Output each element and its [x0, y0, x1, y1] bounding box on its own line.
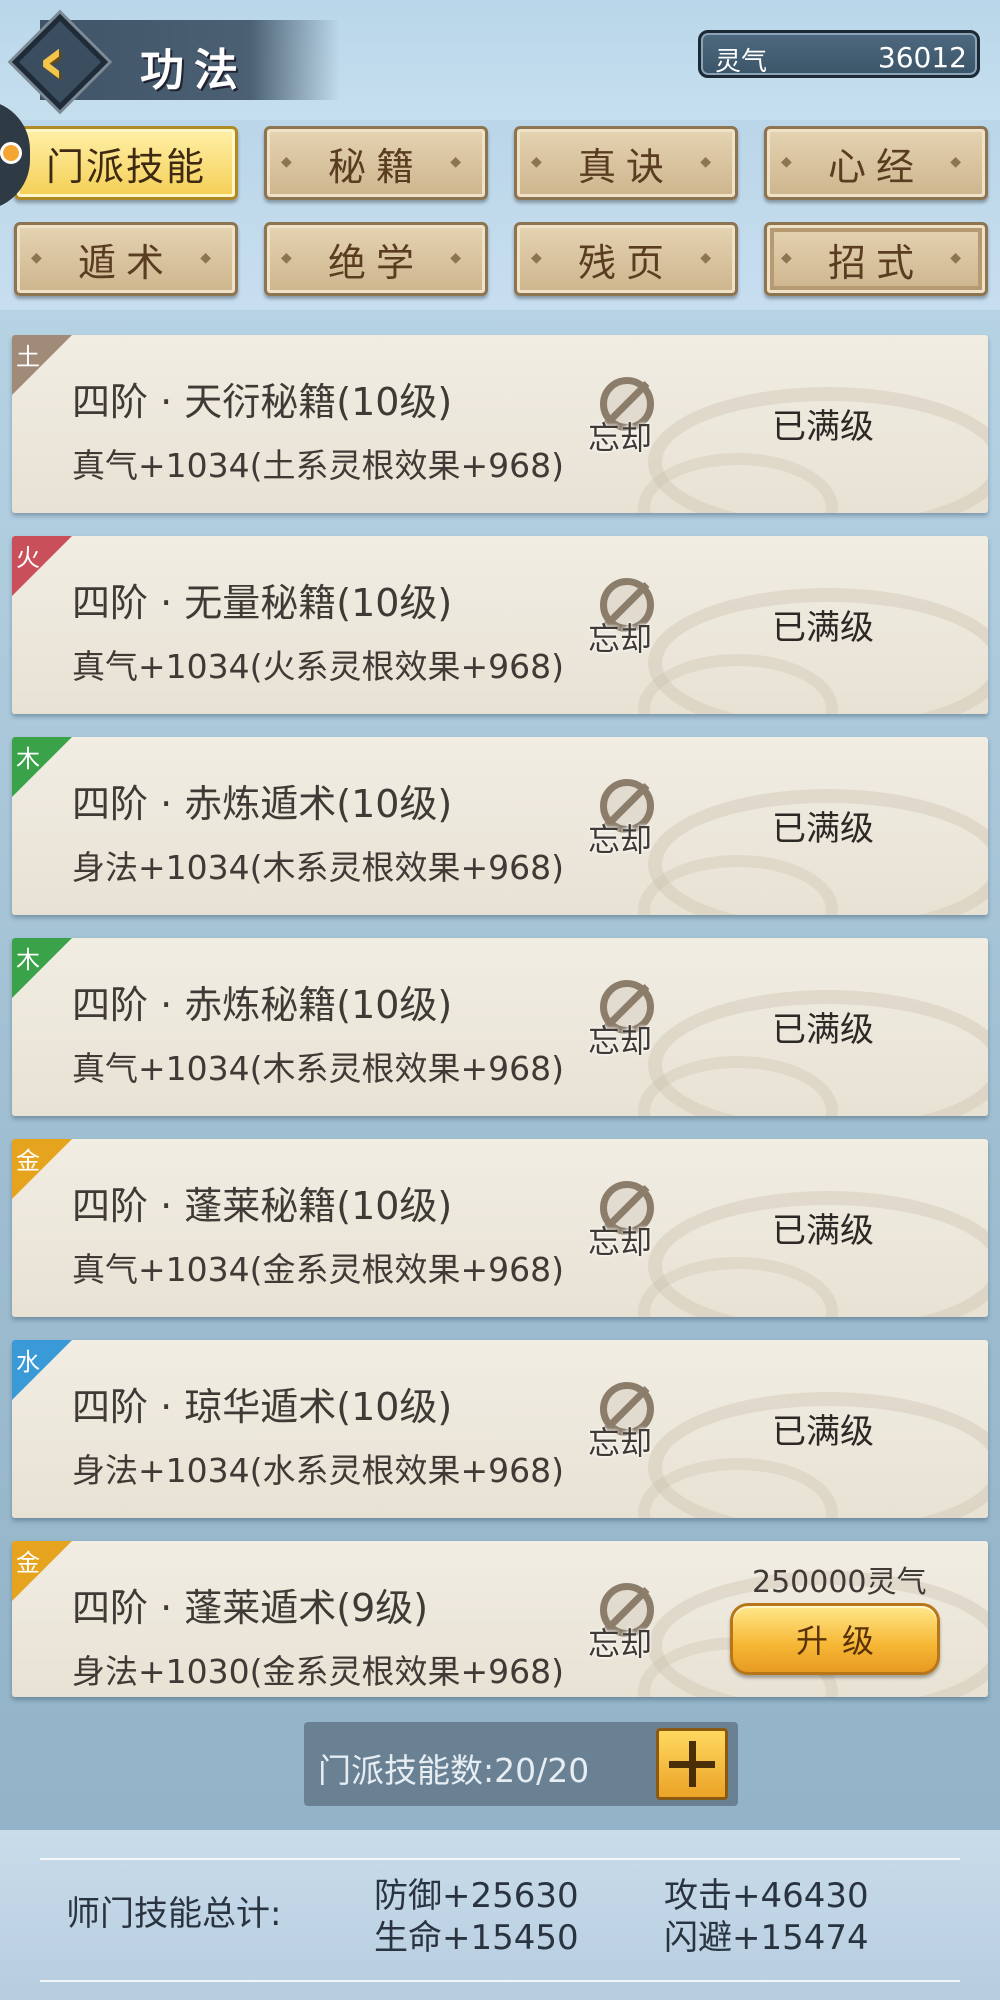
tab-fragments[interactable]: 残页	[514, 222, 738, 296]
skill-effect: 真气+1034(木系灵根效果+968)	[72, 1049, 565, 1088]
max-level-status: 已满级	[772, 608, 874, 648]
skill-effect: 真气+1034(火系灵根效果+968)	[72, 647, 565, 686]
dodge-total: 闪避+15474	[664, 1918, 869, 1958]
category-tabs: 门派技能 秘籍 真诀 心经 遁术 绝学 残页 招式	[0, 120, 1000, 310]
skill-effect: 真气+1034(金系灵根效果+968)	[72, 1250, 565, 1289]
skill-name: 四阶 · 天衍秘籍(10级)	[72, 380, 453, 424]
upgrade-button[interactable]: 升级	[730, 1603, 940, 1675]
skill-card: 木 四阶 · 赤炼遁术(10级) 身法+1034(木系灵根效果+968) 忘却 …	[12, 737, 988, 915]
max-level-status: 已满级	[772, 1010, 874, 1050]
forget-label: 忘却	[588, 1223, 653, 1261]
add-skill-slot-button[interactable]	[656, 1728, 728, 1800]
tab-sect-skills[interactable]: 门派技能	[14, 126, 238, 200]
currency-label: 灵气	[715, 47, 768, 77]
element-label: 土	[16, 343, 40, 371]
element-label: 水	[16, 1348, 40, 1376]
skill-card: 金 四阶 · 蓬莱遁术(9级) 身法+1030(金系灵根效果+968) 忘却 2…	[12, 1541, 988, 1697]
upgrade-cost: 250000灵气	[752, 1565, 927, 1600]
skill-count-bar: 门派技能数:20/20	[304, 1722, 738, 1806]
forget-label: 忘却	[588, 821, 653, 859]
chevron-left-icon: ‹	[38, 22, 66, 99]
forget-label: 忘却	[588, 1625, 653, 1663]
tab-moves[interactable]: 招式	[764, 222, 988, 296]
forget-button[interactable]: 忘却	[588, 578, 668, 668]
tab-ultimate-arts[interactable]: 绝学	[264, 222, 488, 296]
spirit-currency: 灵气 36012	[698, 30, 980, 78]
skill-card: 金 四阶 · 蓬莱秘籍(10级) 真气+1034(金系灵根效果+968) 忘却 …	[12, 1139, 988, 1317]
page-title: 功法	[140, 45, 248, 96]
forget-label: 忘却	[588, 620, 653, 658]
element-label: 木	[16, 745, 40, 773]
tab-true-formula[interactable]: 真诀	[514, 126, 738, 200]
element-label: 火	[16, 544, 40, 572]
skill-effect: 真气+1034(土系灵根效果+968)	[72, 446, 565, 485]
back-button[interactable]: ‹	[11, 13, 109, 111]
max-level-status: 已满级	[772, 1211, 874, 1251]
skill-name: 四阶 · 赤炼秘籍(10级)	[72, 983, 453, 1027]
element-label: 木	[16, 946, 40, 974]
skill-effect: 身法+1030(金系灵根效果+968)	[72, 1652, 565, 1691]
skill-name: 四阶 · 蓬莱秘籍(10级)	[72, 1184, 453, 1228]
forget-button[interactable]: 忘却	[588, 1382, 668, 1472]
forget-label: 忘却	[588, 1424, 653, 1462]
skill-count: 门派技能数:20/20	[318, 1751, 590, 1790]
skill-card: 木 四阶 · 赤炼秘籍(10级) 真气+1034(木系灵根效果+968) 忘却 …	[12, 938, 988, 1116]
forget-button[interactable]: 忘却	[588, 779, 668, 869]
tab-escape-arts[interactable]: 遁术	[14, 222, 238, 296]
skill-effect: 身法+1034(木系灵根效果+968)	[72, 848, 565, 887]
skill-name: 四阶 · 蓬莱遁术(9级)	[72, 1586, 429, 1630]
skill-name: 四阶 · 赤炼遁术(10级)	[72, 782, 453, 826]
life-total: 生命+15450	[374, 1918, 579, 1958]
max-level-status: 已满级	[772, 1412, 874, 1452]
skill-name: 四阶 · 琼华遁术(10级)	[72, 1385, 453, 1429]
skill-name: 四阶 · 无量秘籍(10级)	[72, 581, 453, 625]
notification-dot-icon	[0, 142, 22, 164]
skill-card: 土 四阶 · 天衍秘籍(10级) 真气+1034(土系灵根效果+968) 忘却 …	[12, 335, 988, 513]
forget-label: 忘却	[588, 1022, 653, 1060]
skill-effect: 身法+1034(水系灵根效果+968)	[72, 1451, 565, 1490]
forget-button[interactable]: 忘却	[588, 1583, 668, 1673]
skill-card: 水 四阶 · 琼华遁术(10级) 身法+1034(水系灵根效果+968) 忘却 …	[12, 1340, 988, 1518]
forget-label: 忘却	[588, 419, 653, 457]
totals-panel: 师门技能总计: 防御+25630 攻击+46430 生命+15450 闪避+15…	[0, 1830, 1000, 2000]
divider	[40, 1980, 960, 1982]
plus-icon-vertical	[689, 1741, 696, 1787]
max-level-status: 已满级	[772, 407, 874, 447]
forget-button[interactable]: 忘却	[588, 980, 668, 1070]
totals-label: 师门技能总计:	[66, 1894, 282, 1934]
divider	[40, 1858, 960, 1860]
skill-card: 火 四阶 · 无量秘籍(10级) 真气+1034(火系灵根效果+968) 忘却 …	[12, 536, 988, 714]
currency-value: 36012	[877, 41, 967, 74]
element-label: 金	[16, 1549, 40, 1577]
tab-heart-sutra[interactable]: 心经	[764, 126, 988, 200]
top-bar: 功法 ‹ 灵气 36012	[0, 0, 1000, 120]
element-label: 金	[16, 1147, 40, 1175]
tab-secret-books[interactable]: 秘籍	[264, 126, 488, 200]
max-level-status: 已满级	[772, 809, 874, 849]
forget-button[interactable]: 忘却	[588, 1181, 668, 1271]
forget-button[interactable]: 忘却	[588, 377, 668, 467]
